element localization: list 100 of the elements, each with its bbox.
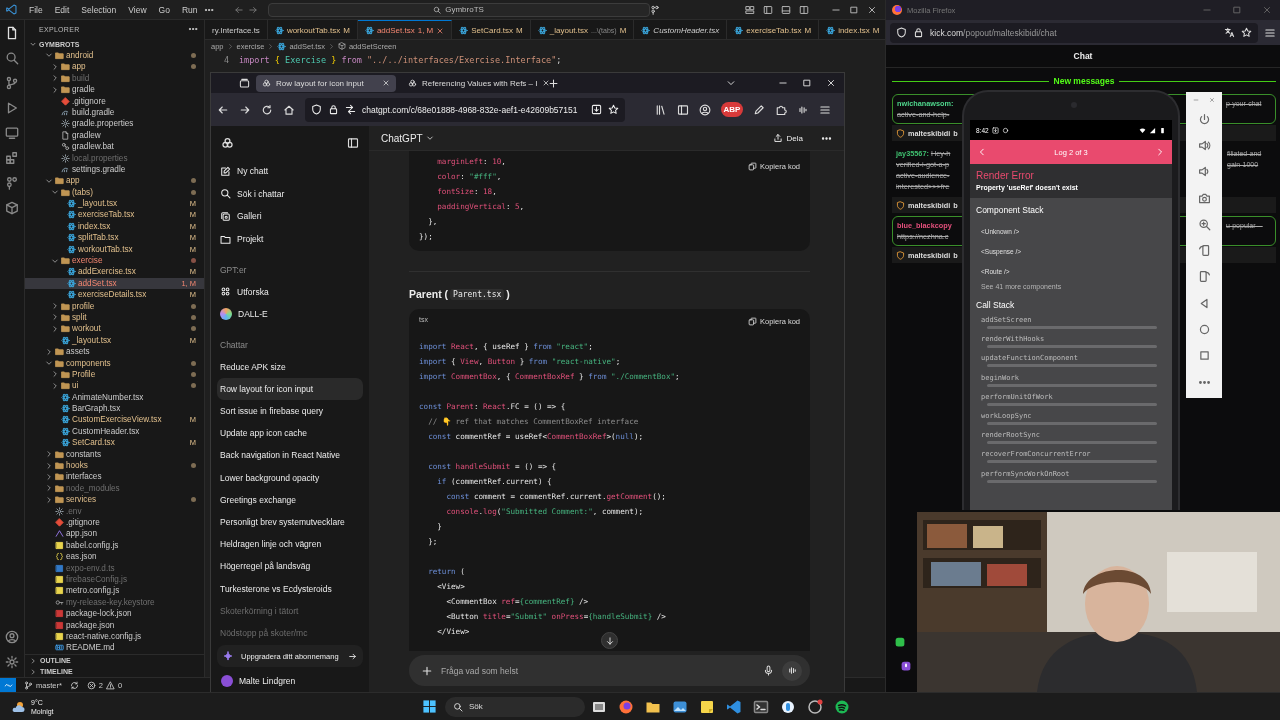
power-icon[interactable] (1197, 112, 1211, 126)
chat-history-item[interactable]: Turkesterone vs Ecdysteroids (217, 577, 363, 600)
tree-item[interactable]: node_modules (25, 482, 204, 495)
extensions-icon[interactable] (775, 103, 787, 116)
close-icon[interactable] (542, 79, 551, 87)
tree-item[interactable]: my-release-key.keystore (25, 596, 204, 608)
chat-history-item[interactable]: Heldragen linje och vägren (217, 533, 363, 556)
tree-item[interactable]: build (25, 72, 204, 84)
sidebar-icon[interactable] (677, 103, 689, 116)
menu-item[interactable]: View (122, 2, 153, 17)
layout-icon[interactable] (745, 4, 755, 15)
composer-field[interactable]: Fråga vad som helst (409, 655, 810, 686)
tree-item[interactable]: hooks (25, 459, 204, 472)
tree-item[interactable]: app (25, 175, 204, 187)
source-control-icon[interactable] (5, 76, 19, 90)
tree-item[interactable]: firebaseConfig.js (25, 573, 204, 586)
microphone-icon[interactable] (763, 665, 774, 676)
user-name[interactable]: Malte Lindgren (239, 676, 296, 686)
close-icon[interactable] (826, 78, 836, 88)
chat-history-item[interactable]: Personligt brev systemutvecklare (217, 510, 363, 534)
tree-item[interactable]: gradlew.bat (25, 140, 204, 153)
sidebar-item[interactable]: Ny chatt (217, 160, 363, 183)
forward-icon[interactable] (239, 103, 251, 116)
voice-button[interactable] (782, 660, 802, 681)
tree-item[interactable]: gradle (25, 83, 204, 96)
zoom-icon[interactable] (1197, 217, 1211, 231)
tree-item[interactable]: AnimateNumber.tsx (25, 391, 204, 403)
tree-item[interactable]: profile (25, 300, 204, 312)
tree-item[interactable]: package.json (25, 619, 204, 631)
tree-item[interactable]: (tabs) (25, 186, 204, 198)
wave-icon[interactable] (797, 103, 809, 116)
translate-icon[interactable] (1224, 27, 1235, 38)
sidebar-icon[interactable] (763, 4, 773, 15)
model-selector[interactable]: ChatGPT (381, 132, 434, 144)
panel-icon[interactable] (781, 4, 791, 15)
editor-tab[interactable]: addSet.tsx 1, M (357, 20, 453, 39)
menu-icon[interactable] (1264, 26, 1276, 39)
tree-item[interactable]: CustomHeader.tsx (25, 425, 204, 438)
sidebar-item[interactable]: Projekt (217, 227, 363, 251)
tree-item[interactable]: README.md (25, 642, 204, 654)
tree-item[interactable]: gradle.properties (25, 118, 204, 130)
menu-item[interactable]: Selection (75, 2, 123, 17)
chat-history-item[interactable]: Sort issue in firebase query (217, 399, 363, 423)
editor-tab[interactable]: ry.Interface.ts (205, 20, 268, 39)
logo-icon[interactable] (221, 136, 234, 150)
chat-history-item[interactable]: Greetings exchange (217, 488, 363, 511)
tree-item[interactable]: constants (25, 448, 204, 460)
home-icon[interactable] (1197, 323, 1211, 336)
sidebar-item[interactable]: DALL-E (217, 302, 363, 326)
menu-item[interactable]: Run (175, 2, 204, 17)
tree-item[interactable]: BarGraph.tsx (25, 402, 204, 415)
new-tab-icon[interactable] (548, 77, 559, 89)
star-icon[interactable] (608, 104, 619, 115)
library-icon[interactable] (655, 103, 667, 116)
sidebar-item[interactable]: Utforska (217, 280, 363, 303)
tree-item[interactable]: exercise (25, 254, 204, 267)
chat-history-item[interactable]: Update app icon cache (217, 422, 363, 445)
sidebar-toggle-icon[interactable] (347, 137, 359, 149)
terminal-icon[interactable] (753, 698, 769, 715)
tree-item[interactable]: split (25, 311, 204, 324)
tree-item[interactable]: app (25, 61, 204, 73)
nodes-icon[interactable] (5, 176, 19, 190)
share-button[interactable]: Dela (772, 133, 803, 143)
tree-item[interactable]: metro.config.js (25, 585, 204, 597)
chat-history-item[interactable]: Nödstopp på skoter/mc (217, 621, 363, 644)
close-icon[interactable] (867, 4, 877, 15)
chat-history-item[interactable]: Reduce APK size (217, 355, 363, 378)
tree-item[interactable]: build.gradle (25, 106, 204, 119)
windows-icon[interactable] (422, 699, 437, 714)
app-icon[interactable] (780, 698, 796, 715)
camera-icon[interactable] (1197, 191, 1211, 205)
back-icon[interactable] (217, 103, 229, 116)
tree-item[interactable]: react-native.config.js (25, 630, 204, 643)
tree-item[interactable]: eas.json (25, 551, 204, 563)
sidebar-item[interactable]: Galleri (217, 205, 363, 228)
tree-item[interactable]: .gitignore (25, 95, 204, 107)
search-icon[interactable] (5, 51, 19, 65)
editor-tab[interactable]: workoutTab.tsx M (267, 20, 358, 39)
chat-history-item[interactable]: Lower background opacity (217, 466, 363, 489)
menu-item[interactable]: File (23, 2, 49, 17)
tree-item[interactable]: assets (25, 345, 204, 358)
menu-item[interactable]: Edit (48, 2, 76, 17)
split-icon[interactable] (799, 4, 809, 15)
plus-icon[interactable] (421, 664, 433, 677)
menu-item[interactable]: Go (152, 2, 176, 17)
settings-icon[interactable] (5, 655, 19, 669)
rotate-left-icon[interactable] (1197, 244, 1211, 258)
tree-item[interactable]: Profile (25, 368, 204, 381)
pen-icon[interactable] (753, 103, 765, 116)
chat-history-item[interactable]: Back navigation in React Native (217, 444, 363, 467)
tree-item[interactable]: app.json (25, 528, 204, 540)
note-icon[interactable] (699, 698, 715, 715)
run-debug-icon[interactable] (5, 101, 19, 115)
extensions-icon[interactable] (5, 151, 19, 165)
avatar[interactable] (221, 675, 233, 687)
account-icon[interactable] (5, 630, 19, 644)
editor-tab[interactable]: SetCard.tsx M (452, 20, 531, 39)
tree-item[interactable]: gradlew (25, 129, 204, 141)
tree-item[interactable]: babel.config.js (25, 539, 204, 551)
maximize-icon[interactable] (849, 4, 859, 15)
